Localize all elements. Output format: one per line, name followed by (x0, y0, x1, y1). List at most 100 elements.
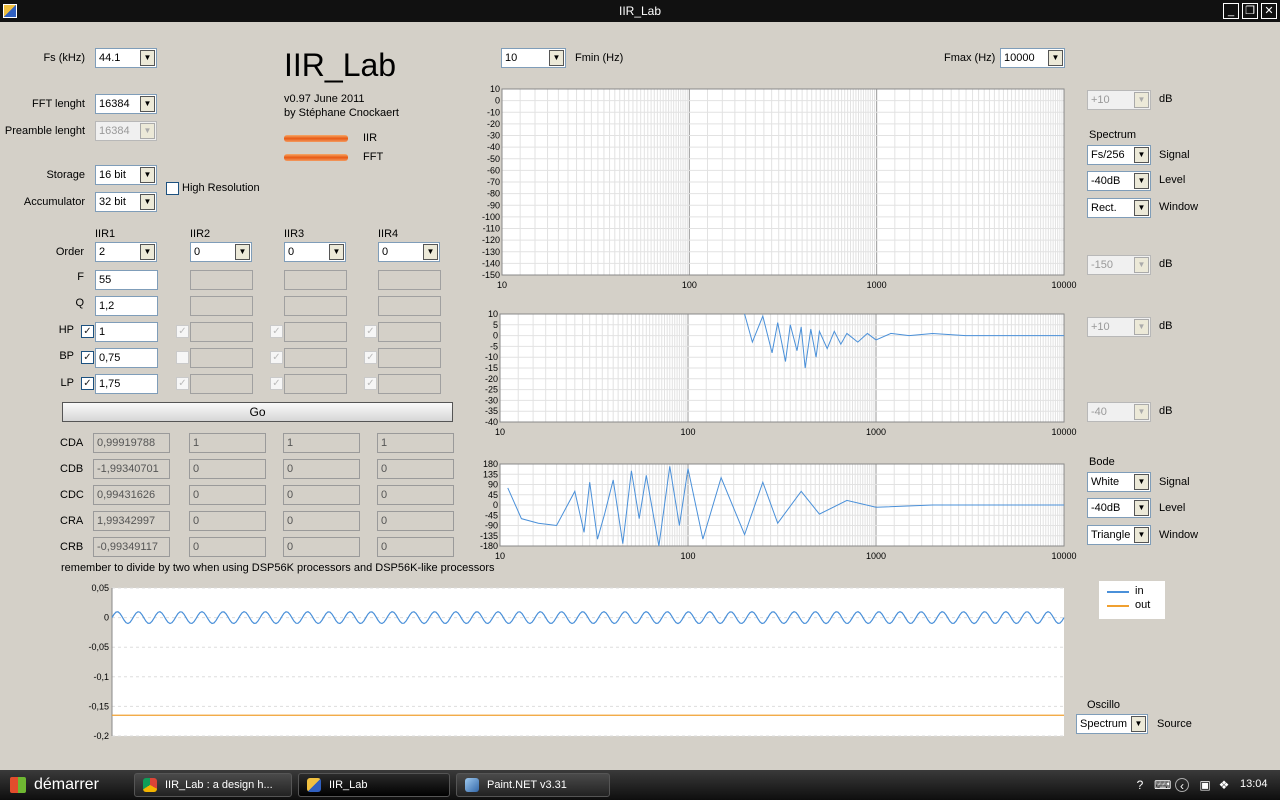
fmin-value: 10 (505, 52, 518, 64)
spectrum-signal-select[interactable]: Fs/256 ▼ (1087, 145, 1151, 165)
fft-length-select[interactable]: 16384 ▼ (95, 94, 157, 114)
y-tick-label: -120 (482, 235, 500, 245)
chevron-down-icon: ▼ (140, 123, 155, 139)
coef-value: 1 (283, 433, 360, 453)
x-tick-label: 100 (682, 280, 697, 290)
y-tick-label: -45 (485, 510, 498, 520)
coef-value: 1,99342997 (93, 511, 170, 531)
y-tick-label: -5 (490, 341, 498, 351)
legend-in-label: in (1135, 585, 1144, 597)
network-icon[interactable]: ▣ (1198, 778, 1212, 792)
taskbar: démarrer IIR_Lab : a design h... IIR_Lab… (0, 770, 1280, 800)
title-bar: IIR_Lab _ ❐ ✕ (0, 0, 1280, 22)
bode-window-select[interactable]: Triangle ▼ (1087, 525, 1151, 545)
dropbox-icon[interactable]: ❖ (1217, 778, 1231, 792)
level-label: Level (1159, 502, 1186, 514)
y-tick-label: 10 (490, 84, 500, 94)
fft-length-value: 16384 (99, 98, 130, 110)
db-label: dB (1159, 320, 1173, 332)
chevron-down-icon: ▼ (423, 244, 438, 260)
go-button[interactable]: Go (62, 402, 453, 422)
x-tick-label: 10000 (1051, 427, 1076, 437)
y-tick-label: -15 (485, 363, 498, 373)
oscillo-source-select[interactable]: Spectrum ▼ (1076, 714, 1148, 734)
filter-order-select[interactable]: 0 ▼ (378, 242, 440, 262)
high-resolution-checkbox[interactable] (166, 182, 179, 195)
restore-button[interactable]: ❐ (1242, 3, 1258, 19)
filter-bp-input (378, 348, 441, 368)
fs-label: Fs (kHz) (43, 52, 85, 64)
accumulator-value: 32 bit (99, 196, 126, 208)
oscilloscope-chart: 0,05 0 -0,05 -0,1 -0,15 -0,2 (88, 584, 1065, 741)
fft-length-label: FFT lenght (32, 98, 85, 110)
close-button[interactable]: ✕ (1261, 3, 1277, 19)
y-tick-label: 0 (104, 613, 109, 623)
filter-lp-checkbox: ✓ (176, 377, 189, 390)
filter-hp-input[interactable]: 1 (95, 322, 158, 342)
taskbar-item-chrome[interactable]: IIR_Lab : a design h... (134, 773, 292, 797)
filter-order-value: 0 (382, 246, 389, 258)
storage-select[interactable]: 16 bit ▼ (95, 165, 157, 185)
chevron-down-icon: ▼ (1134, 527, 1149, 543)
start-button[interactable]: démarrer (0, 770, 124, 800)
coef-value: 1 (189, 433, 266, 453)
minimize-button[interactable]: _ (1223, 3, 1239, 19)
fmax-select[interactable]: 10000 ▼ (1000, 48, 1065, 68)
version-text: v0.97 June 2011 (284, 93, 365, 105)
filter-order-value: 0 (194, 246, 201, 258)
bp-label: BP (59, 350, 74, 362)
spectrum-signal-value: Fs/256 (1091, 149, 1125, 161)
taskbar-item-iir-lab[interactable]: IIR_Lab (298, 773, 450, 797)
filter-bp-checkbox[interactable]: ✓ (81, 351, 94, 364)
dsp-note: remember to divide by two when using DSP… (61, 562, 495, 574)
plot-area (112, 588, 1064, 736)
filter-order-select[interactable]: 0 ▼ (284, 242, 346, 262)
hp-label: HP (58, 324, 74, 336)
taskbar-item-paint-net[interactable]: Paint.NET v3.31 (456, 773, 610, 797)
keyboard-icon[interactable]: ⌨ (1154, 778, 1171, 792)
filter-order-select[interactable]: 0 ▼ (190, 242, 252, 262)
bode-bottom-db-value: -40 (1091, 406, 1107, 418)
filter-f-input[interactable]: 55 (95, 270, 158, 290)
spectrum-bottom-db-value: -150 (1091, 259, 1114, 271)
accumulator-select[interactable]: 32 bit ▼ (95, 192, 157, 212)
chevron-left-icon[interactable]: ‹ (1175, 778, 1189, 793)
filter-bp-checkbox: ✓ (364, 351, 377, 364)
bode-signal-select[interactable]: White ▼ (1087, 472, 1151, 492)
spectrum-window-select[interactable]: Rect. ▼ (1087, 198, 1151, 218)
y-tick-label: -10 (485, 352, 498, 362)
filter-bp-input[interactable]: 0,75 (95, 348, 158, 368)
coef-value: 0 (283, 537, 360, 557)
fs-value: 44.1 (99, 52, 121, 64)
fmin-select[interactable]: 10 ▼ (501, 48, 566, 68)
filter-lp-checkbox[interactable]: ✓ (81, 377, 94, 390)
high-resolution-label: High Resolution (182, 182, 260, 194)
bode-level-select[interactable]: -40dB ▼ (1087, 498, 1151, 518)
filter-lp-input (378, 374, 441, 394)
filter-q-input[interactable]: 1,2 (95, 296, 158, 316)
fmax-value: 10000 (1004, 52, 1035, 64)
fs-select[interactable]: 44.1 ▼ (95, 48, 157, 68)
windows-logo-icon (10, 777, 26, 793)
help-icon[interactable]: ? (1133, 778, 1147, 792)
db-label: dB (1159, 258, 1173, 270)
y-tick-label: -0,2 (93, 731, 109, 741)
y-tick-label: -50 (487, 154, 500, 164)
spectrum-top-db-select: +10 ▼ (1087, 90, 1151, 110)
f-label: F (77, 271, 84, 283)
filter-hp-checkbox[interactable]: ✓ (81, 325, 94, 338)
y-tick-label: -90 (487, 200, 500, 210)
legend-out-label: out (1135, 599, 1151, 611)
coef-value: 0 (377, 459, 454, 479)
filter-f-input (378, 270, 441, 290)
filter-hp-checkbox: ✓ (364, 325, 377, 338)
preamble-length-value: 16384 (99, 125, 130, 137)
filter-column-header: IIR3 (284, 228, 305, 240)
filter-order-select[interactable]: 2 ▼ (95, 242, 157, 262)
spectrum-level-select[interactable]: -40dB ▼ (1087, 171, 1151, 191)
filter-lp-input[interactable]: 1,75 (95, 374, 158, 394)
chevron-down-icon: ▼ (140, 244, 155, 260)
coef-value: 0 (377, 537, 454, 557)
y-tick-label: -0,1 (93, 672, 109, 682)
y-tick-label: 90 (488, 480, 498, 490)
